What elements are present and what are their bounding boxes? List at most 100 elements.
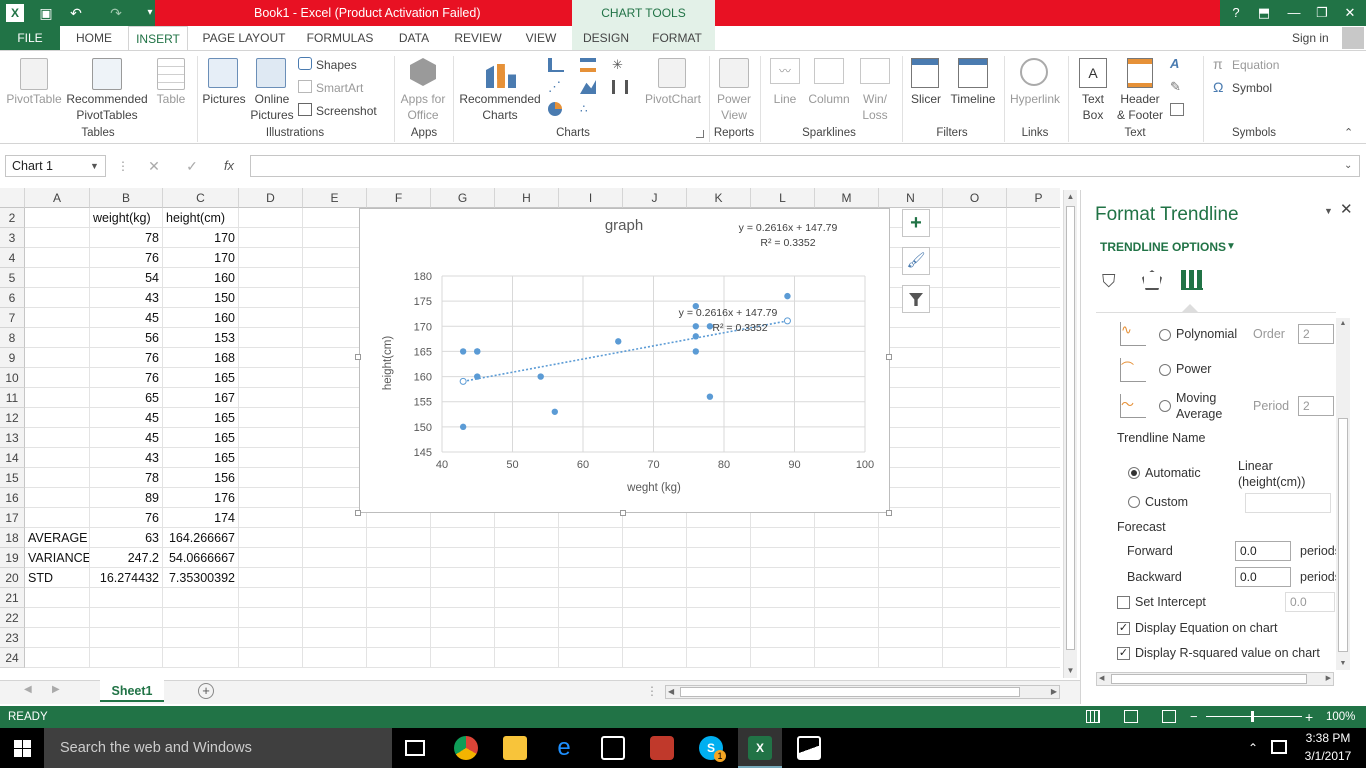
cell-o23[interactable]: [943, 628, 1007, 648]
edge-icon[interactable]: e: [552, 736, 576, 760]
cell-d12[interactable]: [239, 408, 303, 428]
cell-o11[interactable]: [943, 388, 1007, 408]
cell-c19[interactable]: 54.0666667: [163, 548, 239, 568]
cell-p10[interactable]: [1007, 368, 1060, 388]
cell-a5[interactable]: [25, 268, 90, 288]
data-point[interactable]: [706, 393, 714, 400]
cell-o21[interactable]: [943, 588, 1007, 608]
cell-a17[interactable]: [25, 508, 90, 528]
row-header-24[interactable]: 24: [0, 648, 25, 668]
cell-m24[interactable]: [815, 648, 879, 668]
apps-for-office-label-2[interactable]: Office: [396, 107, 450, 123]
chart-elements-button[interactable]: +: [902, 209, 930, 237]
cell-a12[interactable]: [25, 408, 90, 428]
chart-resize-handle[interactable]: [355, 354, 361, 360]
cell-o18[interactable]: [943, 528, 1007, 548]
cell-e15[interactable]: [303, 468, 367, 488]
cell-d14[interactable]: [239, 448, 303, 468]
cell-c5[interactable]: 160: [163, 268, 239, 288]
power-label[interactable]: Power: [1176, 362, 1211, 376]
chart-filters-button[interactable]: [902, 285, 930, 313]
data-point[interactable]: [692, 348, 699, 355]
restore-button[interactable]: ❐: [1308, 0, 1336, 26]
cell-d20[interactable]: [239, 568, 303, 588]
row-header-23[interactable]: 23: [0, 628, 25, 648]
row-header-9[interactable]: 9: [0, 348, 25, 368]
cell-p4[interactable]: [1007, 248, 1060, 268]
cell-d21[interactable]: [239, 588, 303, 608]
cell-a10[interactable]: [25, 368, 90, 388]
cell-f19[interactable]: [367, 548, 431, 568]
customize-qat-icon[interactable]: ▾: [140, 3, 160, 23]
trendline-options-icon[interactable]: [1181, 270, 1203, 290]
cell-b2[interactable]: weight(kg): [90, 208, 163, 228]
column-header-e[interactable]: E: [303, 188, 367, 208]
smartart-button[interactable]: SmartArt: [316, 80, 363, 96]
user-avatar-icon[interactable]: [1342, 27, 1364, 49]
data-point[interactable]: [615, 338, 622, 345]
cell-a19[interactable]: VARIANCE: [25, 548, 90, 568]
column-header-f[interactable]: F: [367, 188, 431, 208]
cell-e5[interactable]: [303, 268, 367, 288]
cell-g18[interactable]: [431, 528, 495, 548]
cell-d19[interactable]: [239, 548, 303, 568]
column-header-b[interactable]: B: [90, 188, 163, 208]
cell-g20[interactable]: [431, 568, 495, 588]
cell-a2[interactable]: [25, 208, 90, 228]
close-button[interactable]: ✕: [1336, 0, 1364, 26]
signature-line-icon[interactable]: ✎: [1170, 80, 1186, 94]
tab-design[interactable]: DESIGN: [578, 26, 634, 50]
power-view-label-1[interactable]: Power: [710, 91, 758, 107]
cell-o5[interactable]: [943, 268, 1007, 288]
column-header-j[interactable]: J: [623, 188, 687, 208]
trendline-options-dropdown-icon[interactable]: ▼: [1226, 241, 1236, 252]
y-axis-title[interactable]: height(cm): [382, 323, 394, 403]
chart-title[interactable]: graph: [574, 217, 674, 234]
column-header-p[interactable]: P: [1007, 188, 1060, 208]
cell-d24[interactable]: [239, 648, 303, 668]
sparkline-winloss-label-2[interactable]: Loss: [856, 107, 894, 123]
automatic-radio[interactable]: [1128, 467, 1140, 479]
zoom-level[interactable]: 100%: [1326, 706, 1355, 728]
cancel-icon[interactable]: ✕: [144, 156, 164, 176]
row-header-2[interactable]: 2: [0, 208, 25, 228]
cell-p13[interactable]: [1007, 428, 1060, 448]
polynomial-radio[interactable]: [1159, 329, 1171, 341]
cell-l23[interactable]: [751, 628, 815, 648]
header-footer-label-1[interactable]: Header: [1112, 91, 1168, 107]
cell-c23[interactable]: [163, 628, 239, 648]
cell-p9[interactable]: [1007, 348, 1060, 368]
cell-e3[interactable]: [303, 228, 367, 248]
cell-g22[interactable]: [431, 608, 495, 628]
cell-c15[interactable]: 156: [163, 468, 239, 488]
sheet-prev-icon[interactable]: ◀: [24, 684, 36, 698]
cell-l24[interactable]: [751, 648, 815, 668]
page-layout-view-icon[interactable]: [1124, 710, 1138, 723]
fill-line-icon[interactable]: ⛉: [1102, 270, 1124, 292]
cell-g21[interactable]: [431, 588, 495, 608]
shapes-button[interactable]: Shapes: [316, 57, 357, 73]
row-header-3[interactable]: 3: [0, 228, 25, 248]
cell-a14[interactable]: [25, 448, 90, 468]
cell-h19[interactable]: [495, 548, 559, 568]
cell-c22[interactable]: [163, 608, 239, 628]
sheet-tab-sheet1[interactable]: Sheet1: [100, 680, 164, 702]
cell-p19[interactable]: [1007, 548, 1060, 568]
cell-a22[interactable]: [25, 608, 90, 628]
chart-resize-handle[interactable]: [886, 510, 892, 516]
cell-b23[interactable]: [90, 628, 163, 648]
select-all-corner[interactable]: [0, 188, 25, 208]
row-header-22[interactable]: 22: [0, 608, 25, 628]
forward-input[interactable]: 0.0: [1235, 541, 1291, 561]
undo-icon[interactable]: ↶: [66, 3, 86, 23]
pie-chart-icon[interactable]: [548, 102, 562, 116]
cell-p8[interactable]: [1007, 328, 1060, 348]
cell-b15[interactable]: 78: [90, 468, 163, 488]
row-header-14[interactable]: 14: [0, 448, 25, 468]
display-equation-label[interactable]: Display Equation on chart: [1135, 621, 1277, 635]
tab-split-handle[interactable]: ⋮: [646, 684, 658, 698]
data-point[interactable]: [692, 333, 699, 340]
page-break-view-icon[interactable]: [1162, 710, 1176, 723]
cell-p11[interactable]: [1007, 388, 1060, 408]
ribbon-display-icon[interactable]: ⬒: [1250, 0, 1278, 26]
